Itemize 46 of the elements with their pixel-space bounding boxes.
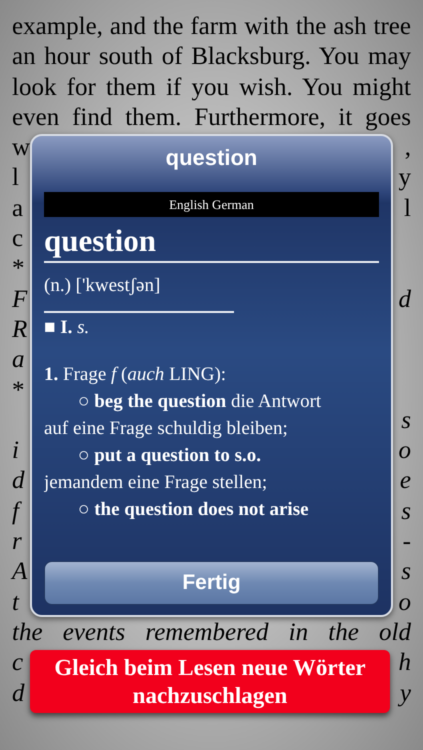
definition-text: auf eine Frage schuldig bleiben;: [44, 417, 289, 441]
book-text-fragment: ,: [404, 133, 411, 164]
book-text-fragment: r: [12, 527, 22, 558]
book-text-fragment: s: [401, 406, 411, 436]
book-text-fragment: i: [12, 436, 19, 466]
book-text-line: even find them. Furthermore, it goes: [12, 102, 411, 133]
book-text-fragment: y: [400, 678, 411, 709]
book-text-fragment: d: [12, 466, 24, 496]
book-text-fragment: *: [12, 254, 24, 284]
book-text-line: look for them if you wish. You might: [12, 72, 411, 103]
dictionary-label: English German: [44, 192, 379, 217]
book-text-fragment: e: [400, 466, 411, 496]
dialog-title: question: [164, 144, 258, 172]
book-text-fragment: y: [398, 163, 411, 194]
book-text-line: example, and the farm with the ash tree: [12, 12, 411, 42]
book-text-fragment: w: [12, 133, 30, 164]
example-phrase: ○ put a question to s.o.: [77, 444, 262, 468]
book-text-fragment: d: [12, 678, 24, 709]
definition-text: 1. Frage f (auch LING):: [44, 363, 228, 387]
book-text-fragment: s: [401, 496, 411, 527]
book-text-fragment: *: [12, 376, 24, 406]
book-text-fragment: l: [12, 163, 19, 194]
book-text-fragment: R: [12, 314, 28, 345]
done-button[interactable]: Fertig: [44, 561, 379, 605]
book-text-fragment: a: [12, 194, 24, 224]
book-text-fragment: a: [12, 345, 24, 376]
book-text-fragment: l: [404, 194, 411, 224]
book-text-fragment: o: [398, 588, 411, 618]
sense-heading: ■ I. s.: [44, 316, 90, 340]
book-text-line: an hour south of Blacksburg. You may: [12, 42, 411, 72]
book-text-fragment: s: [401, 557, 411, 588]
promo-banner: Gleich beim Lesen neue Wörter nachzuschlagen: [30, 650, 390, 713]
book-text-fragment: -: [402, 527, 411, 558]
book-text-fragment: c: [12, 648, 24, 678]
book-text-fragment: t: [12, 588, 19, 618]
book-text-fragment: F: [12, 284, 28, 315]
pronunciation: (n.) ['kwestʃən]: [44, 274, 162, 298]
headword: question: [44, 222, 157, 260]
book-text-fragment: h: [398, 648, 411, 678]
book-text-fragment: d: [398, 284, 411, 315]
book-text-fragment: c: [12, 224, 24, 254]
example-phrase: ○ beg the question die Antwort: [77, 390, 322, 414]
example-phrase: ○ the question does not arise: [77, 498, 310, 522]
book-text-fragment: A: [12, 557, 28, 588]
book-text-fragment: o: [398, 436, 411, 466]
book-text-line: the events remembered in the old: [12, 618, 411, 648]
